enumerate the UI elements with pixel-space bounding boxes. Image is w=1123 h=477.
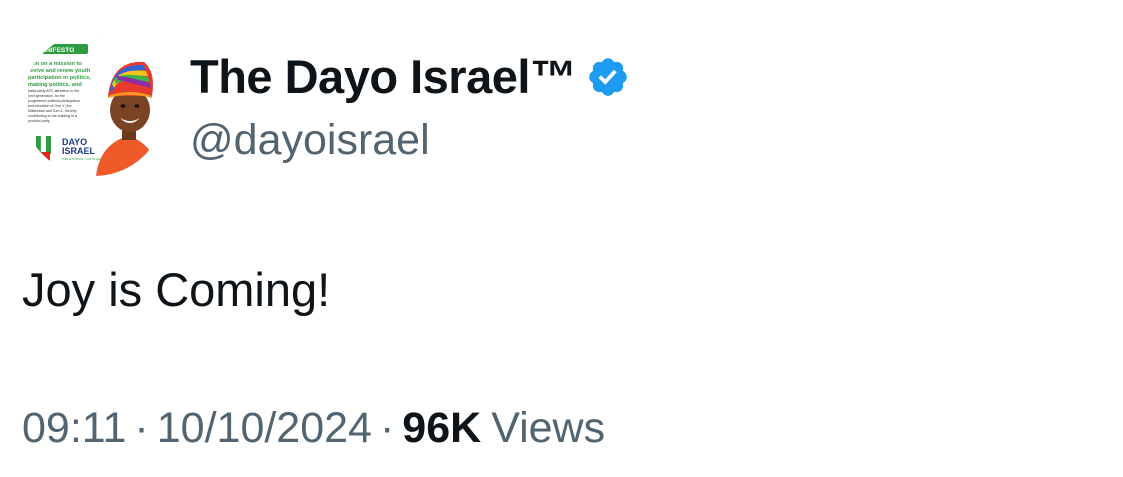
verified-badge-icon[interactable] [586,55,630,99]
tweet-header: MANIFESTO I am on a mission to revive an… [22,32,630,176]
avatar-line: I am on a mission to [28,61,82,67]
meta-separator: · [134,404,149,452]
views-count[interactable]: 96K [402,404,481,453]
avatar-line: revive and renew youth [28,68,91,74]
avatar-line: particularly APC attractive to the [28,89,79,93]
display-name-row: The Dayo Israel™ [190,46,630,106]
avatar-logo-line2: ISRAEL [62,146,96,156]
avatar-line: next generation, for the [28,94,65,98]
tweet-detail: MANIFESTO I am on a mission to revive an… [0,0,1123,477]
avatar-badge-text: MANIFESTO [36,47,74,54]
tweet-time[interactable]: 09:11 [22,404,126,453]
avatar-image: MANIFESTO I am on a mission to revive an… [22,32,166,176]
avatar-line: making politics, and [28,82,82,88]
display-name[interactable]: The Dayo Israel™ [190,49,577,104]
tweet-meta: 09:11 · 10/10/2024 · 96K Views [22,404,605,453]
avatar-line: contributing to the building of a [28,114,77,118]
author-names: The Dayo Israel™ @dayoisrael [190,46,630,165]
tweet-date[interactable]: 10/10/2024 [157,404,372,453]
avatar-line: Millennials and Gen Z, thereby [28,109,77,113]
meta-separator: · [379,404,395,452]
views-label[interactable]: Views [491,404,605,453]
tweet-text: Joy is Coming! [22,263,331,316]
avatar-line: progressive political participation [28,99,80,103]
avatar[interactable]: MANIFESTO I am on a mission to revive an… [22,32,166,176]
avatar-line: youthful party. [28,119,50,123]
avatar-line: and elevation of Gen Y (the [28,104,72,108]
avatar-line: participation in politics, [28,75,91,81]
author-handle[interactable]: @dayoisrael [190,116,630,165]
